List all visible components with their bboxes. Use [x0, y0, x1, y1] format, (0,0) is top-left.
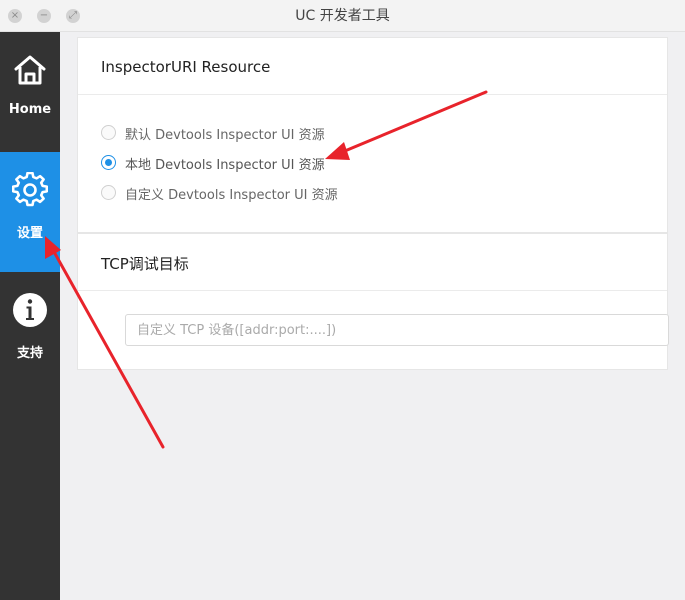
section-divider: [78, 232, 667, 234]
title-bar: × − ⤢ UC 开发者工具: [0, 0, 685, 32]
radio-label: 默认 Devtools Inspector UI 资源: [125, 128, 325, 143]
divider: [78, 94, 667, 95]
home-icon: [14, 55, 46, 85]
settings-panel: InspectorURI Resource 默认 Devtools Inspec…: [77, 37, 669, 370]
radio-button[interactable]: [101, 125, 116, 140]
info-icon: [13, 293, 47, 327]
sidebar-item-label: 支持: [16, 346, 43, 361]
tcp-section-title: TCP调试目标: [101, 255, 189, 273]
sidebar-item-settings[interactable]: 设置: [0, 152, 60, 272]
sidebar-item-label: 设置: [16, 226, 43, 241]
radio-button[interactable]: [101, 185, 116, 200]
radio-label: 自定义 Devtools Inspector UI 资源: [125, 188, 338, 203]
sidebar-item-label: Home: [8, 102, 52, 117]
radio-label: 本地 Devtools Inspector UI 资源: [125, 158, 325, 173]
sidebar-item-home[interactable]: Home: [0, 32, 60, 152]
gear-icon: [12, 172, 48, 207]
sidebar: Home 设置 支持: [0, 32, 60, 600]
tcp-device-input[interactable]: [125, 314, 669, 346]
divider: [78, 290, 667, 291]
inspector-section-title: InspectorURI Resource: [101, 58, 271, 76]
window-title: UC 开发者工具: [295, 8, 390, 24]
sidebar-item-support[interactable]: 支持: [0, 272, 60, 392]
radio-button-checked[interactable]: [101, 155, 116, 170]
